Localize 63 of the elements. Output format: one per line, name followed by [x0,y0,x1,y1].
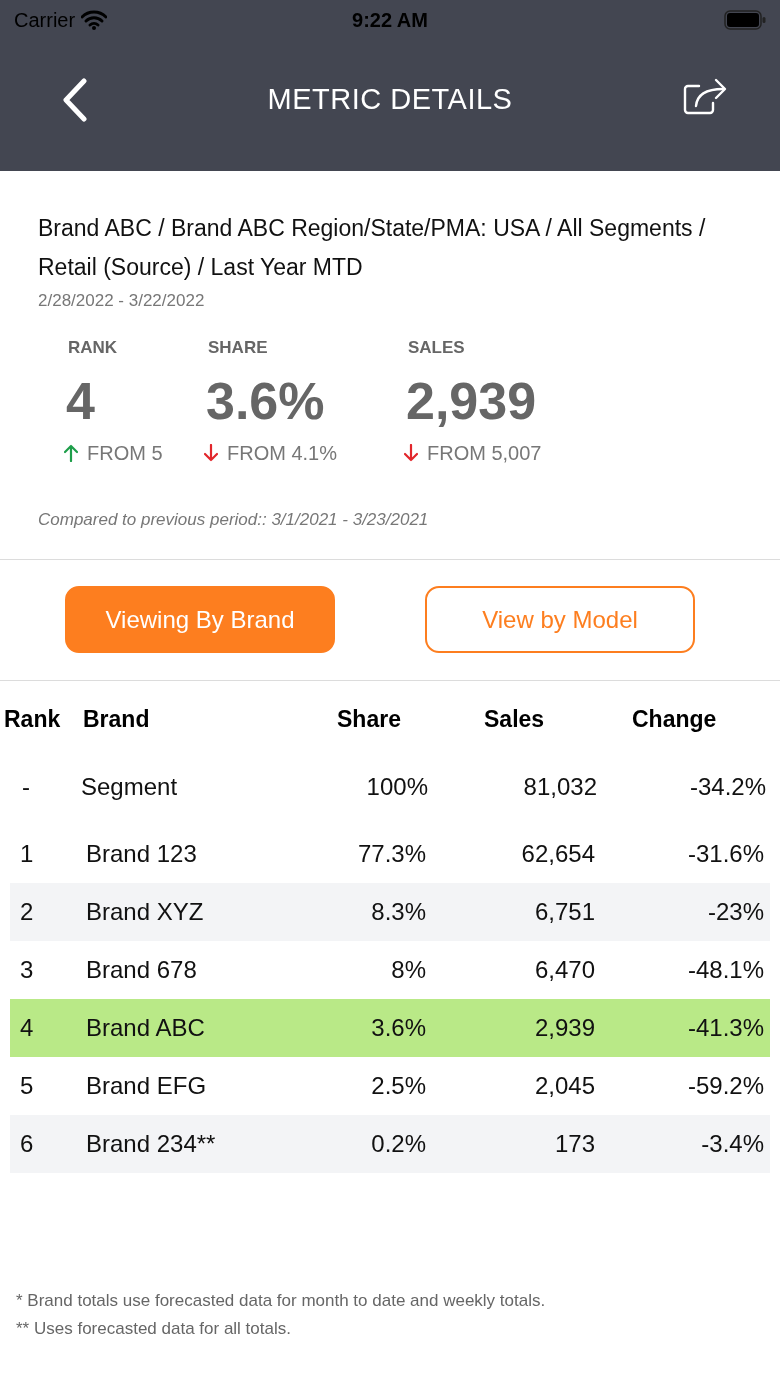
comparison-period: Compared to previous period:: 3/1/2021 - 3/23/2021 [38,509,429,531]
table-cell: Segment [81,773,178,800]
table-cell: 8.3% [371,898,426,925]
table-cell: 8% [391,956,426,983]
table-cell: 2.5% [371,1072,426,1099]
table-cell: 6,470 [534,956,595,983]
battery-icon [724,10,766,30]
table-cell: 5 [20,1072,34,1099]
table-cell: Brand ABC [86,1014,205,1041]
column-header[interactable]: Rank [4,706,61,733]
table-cell: -48.1% [687,956,764,983]
table-cell: 173 [554,1130,595,1157]
metric-change: FROM 4.1% [227,441,338,466]
screen-title: METRIC DETAILS [267,82,513,118]
table-cell: Brand 234** [86,1130,216,1157]
table-cell: Brand 123 [86,840,197,867]
table-cell: 77.3% [357,840,426,867]
table-cell: 3.6% [371,1014,426,1041]
table-cell: 100% [366,773,428,800]
column-header[interactable]: Brand [83,706,150,733]
metric-change: FROM 5 [87,441,163,466]
table-row[interactable]: 2 Brand XYZ 8.3% 6,751 -23% [10,883,770,941]
table-cell: 1 [20,840,34,867]
table-row[interactable]: 6 Brand 234** 0.2% 173 -3.4% [10,1115,770,1173]
metric-value: 3.6% [205,371,325,431]
table-cell: 2,045 [534,1072,595,1099]
table-cell: -59.2% [687,1072,764,1099]
table-cell: Brand 678 [86,956,197,983]
table-cell: - [22,773,30,800]
table-cell: Brand XYZ [86,898,204,925]
table-cell: -23% [707,898,764,925]
status-time: 9:22 AM [352,8,428,33]
table-cell: 0.2% [371,1130,426,1157]
table-cell: -41.3% [687,1014,764,1041]
metric-change: FROM 5,007 [427,441,542,466]
table-cell: 6,751 [534,898,595,925]
chevron-left-icon [62,78,88,122]
highlighted-row[interactable]: 4 Brand ABC 3.6% 2,939 -41.3% [10,999,770,1057]
date-range: 2/28/2022 - 3/22/2022 [38,290,205,312]
table-cell: 2 [20,898,34,925]
footnote: * Brand totals use forecasted data for month to date and weekly totals. [16,1290,546,1312]
table-cell: Brand EFG [86,1072,207,1099]
wifi-signal-icon [81,10,108,30]
table-cell: 4 [20,1014,34,1041]
table-cell: 2,939 [534,1014,595,1041]
metric-label: SHARE [207,337,268,359]
carrier-label: Carrier [14,8,76,33]
metric-value: 4 [65,371,95,431]
table-cell: 62,654 [521,840,595,867]
column-header[interactable]: Sales [484,706,545,733]
table-cell: 6 [20,1130,34,1157]
table-cell: 3 [20,956,34,983]
breadcrumb-text: Brand ABC / Brand ABC Region/State/PMA: USA / All Segments / Retail (Source) / Last Year MTD [38,214,707,282]
table-cell: -34.2% [689,773,766,800]
column-header[interactable]: Change [632,706,717,733]
metric-label: SALES [407,337,465,359]
table-cell: 81,032 [523,773,597,800]
metric-value: 2,939 [405,371,537,431]
table-cell: -3.4% [701,1130,764,1157]
metric-label: RANK [67,337,118,359]
footnote: ** Uses forecasted data for all totals. [16,1318,291,1340]
column-header[interactable]: Share [337,706,401,733]
table-cell: -31.6% [687,840,764,867]
